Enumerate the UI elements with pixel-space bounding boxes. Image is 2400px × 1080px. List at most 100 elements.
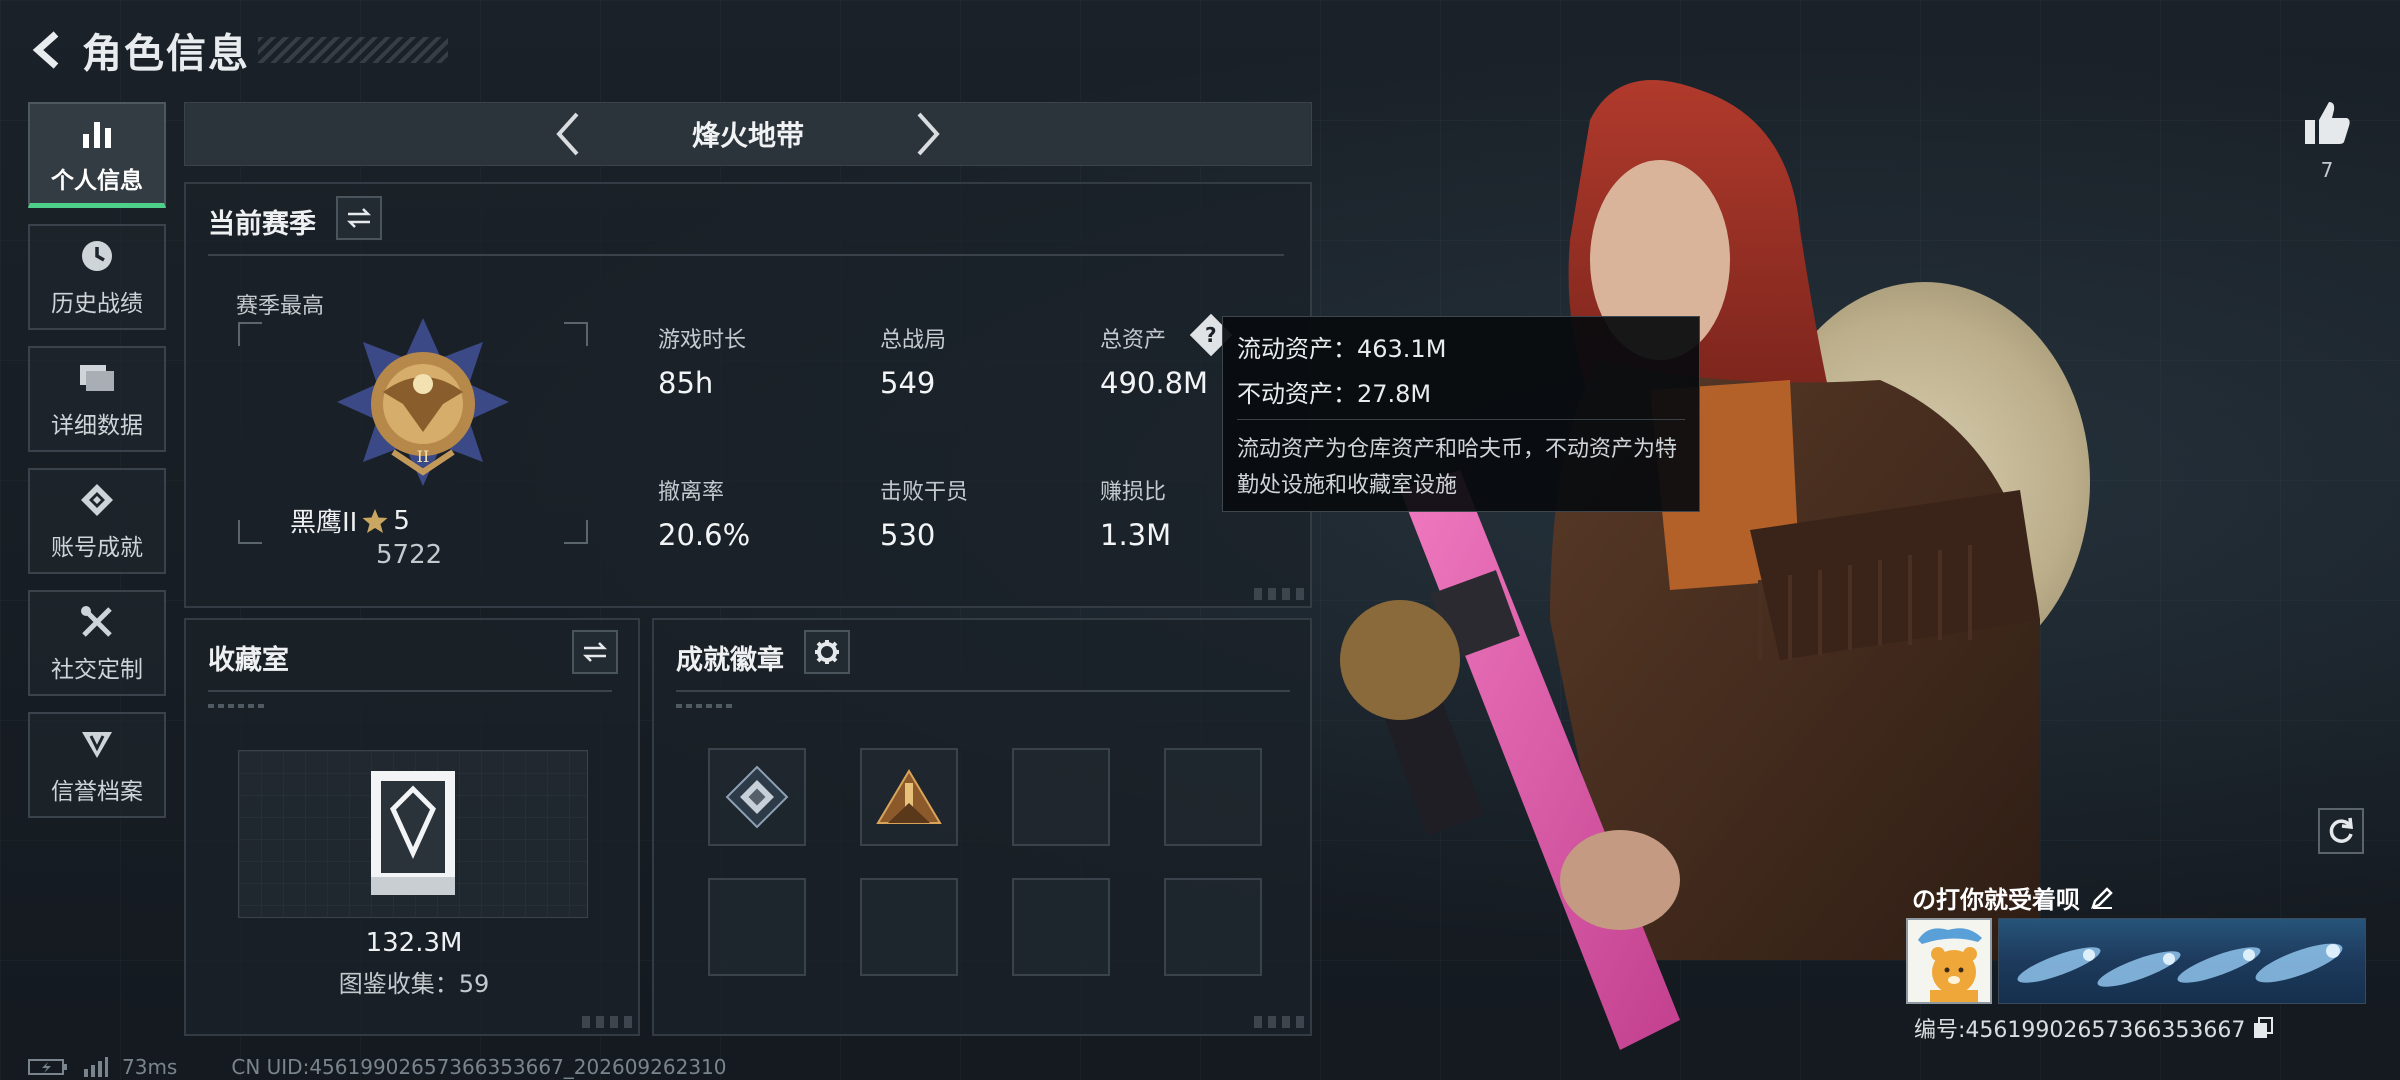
avatar[interactable]	[1906, 918, 1992, 1004]
gear-icon	[815, 640, 839, 664]
sidebar-item-detail-data[interactable]: 详细数据	[28, 346, 166, 452]
stat-label: 总战局	[880, 328, 947, 353]
sidebar-item-reputation[interactable]: 信誉档案	[28, 712, 166, 818]
copy-icon[interactable]	[2253, 1017, 2274, 1039]
signal-icon	[84, 1057, 108, 1077]
sidebar-item-personal-info[interactable]: 个人信息	[28, 102, 166, 208]
sidebar-item-label: 个人信息	[51, 167, 143, 194]
collection-divider	[208, 690, 612, 692]
status-bar: 73ms CN UID:4561990265736635366​7_202609…	[28, 1054, 727, 1080]
mode-name: 烽火地带	[691, 119, 804, 152]
player-banner[interactable]	[1998, 918, 2366, 1004]
rotate-model-button[interactable]	[2318, 808, 2364, 854]
svg-text:II: II	[417, 447, 430, 466]
stat-label: 赚损比	[1100, 480, 1167, 505]
star-icon	[362, 508, 388, 533]
collection-panel: 收藏室 132.3M 图鉴收集：59	[184, 618, 640, 1036]
rank-name: 黑鹰II 5	[290, 502, 410, 539]
player-name: の打你就受着呗	[1912, 886, 2080, 914]
history-icon	[77, 236, 117, 276]
collection-switch-button[interactable]	[572, 630, 618, 674]
chevron-right-icon	[917, 112, 940, 156]
panel-corner-decoration	[582, 1016, 632, 1028]
chevron-left-icon	[556, 112, 579, 156]
thumbs-up-icon	[2305, 102, 2350, 144]
panel-corner-decoration	[1254, 588, 1304, 600]
collection-title: 收藏室	[208, 645, 289, 676]
sidebar-item-label: 社交定制	[51, 657, 143, 683]
badges-settings-button[interactable]	[804, 630, 850, 674]
rank-score: 5722	[376, 540, 443, 570]
badge-slot-empty[interactable]	[1012, 878, 1110, 976]
stat-extract-rate: 撤离率 20.6%	[658, 474, 750, 552]
badge-slot-empty[interactable]	[1012, 748, 1110, 846]
season-switch-button[interactable]	[336, 196, 382, 240]
battery-icon	[28, 1059, 67, 1075]
player-id-row: 编号:4561990265736635366​7	[1914, 1012, 2274, 1044]
collection-room-icon	[371, 771, 455, 895]
stat-value: 1.3M	[1100, 518, 1172, 552]
mode-prev-button[interactable]	[538, 104, 598, 164]
collection-count: 图鉴收集：59	[338, 970, 490, 998]
mode-next-button[interactable]	[898, 104, 958, 164]
banner-art-icon	[2017, 943, 2343, 987]
sidebar: 个人信息 历史战绩 详细数据 账号成就 社交定制 信誉档案	[28, 102, 166, 834]
like-count: 7	[2320, 158, 2334, 182]
badge-slot-empty[interactable]	[860, 878, 958, 976]
sidebar-item-label: 历史战绩	[51, 291, 143, 317]
sidebar-item-label: 信誉档案	[51, 779, 143, 805]
tooltip-fixed-assets: 不动资产：27.8M	[1237, 380, 1432, 408]
stat-total-matches: 总战局 549	[880, 322, 946, 400]
panel-corner-decoration	[1254, 1016, 1304, 1028]
sidebar-item-achievements[interactable]: 账号成就	[28, 468, 166, 574]
stat-label: 游戏时长	[658, 328, 747, 353]
refresh-icon	[2329, 817, 2353, 843]
uid-text: CN UID:4561990265736635366​7_20260926231…	[231, 1055, 727, 1079]
stat-value: 530	[880, 518, 936, 552]
stat-value: 20.6%	[658, 518, 751, 552]
title-decoration	[258, 37, 448, 63]
assets-tooltip: 流动资产：463.1M 不动资产：27.8M 流动资产为仓库资产和哈夫币，不动资…	[1222, 316, 1700, 512]
season-divider	[208, 254, 1284, 256]
edit-pencil-icon[interactable]	[2090, 886, 2114, 910]
like-button[interactable]	[2300, 96, 2354, 150]
achievement-icon	[77, 480, 117, 520]
ping-value: 73ms	[122, 1055, 178, 1079]
sidebar-item-label: 账号成就	[51, 535, 143, 561]
rank-title: 黑鹰II	[290, 508, 358, 538]
stat-value: 490.8M	[1100, 366, 1209, 400]
tooltip-liquid-assets: 流动资产：463.1M	[1237, 335, 1447, 363]
player-name-row: の打你就受着呗	[1912, 880, 2114, 915]
badge-slot-empty[interactable]	[708, 878, 806, 976]
stat-profit-ratio: 赚损比 1.3M	[1100, 474, 1171, 552]
collection-value: 132.3M	[365, 928, 463, 958]
swap-icon	[346, 208, 372, 228]
swap-icon	[582, 642, 608, 662]
header: 角色信息	[28, 22, 448, 78]
sidebar-item-social[interactable]: 社交定制	[28, 590, 166, 696]
badges-panel: 成就徽章	[652, 618, 1312, 1036]
avatar-bear-icon	[1908, 920, 1990, 1002]
sidebar-item-history[interactable]: 历史战绩	[28, 224, 166, 330]
rank-medal-icon: II	[337, 318, 509, 486]
stat-kills: 击败干员 530	[880, 474, 968, 552]
mode-switcher: 烽火地带	[184, 102, 1312, 166]
badge-slot-empty[interactable]	[1164, 748, 1262, 846]
back-arrow-icon	[32, 31, 59, 69]
tooltip-divider	[1237, 419, 1685, 420]
back-button[interactable]	[28, 28, 72, 72]
badges-divider	[676, 690, 1290, 692]
help-icon: ?	[1205, 322, 1217, 347]
bar-chart-icon	[77, 113, 117, 153]
badge-slot[interactable]	[860, 748, 958, 846]
tooltip-description: 流动资产为仓库资产和哈夫币，不动资产为特勤处设施和收藏室设施	[1237, 437, 1678, 498]
badge-slot-empty[interactable]	[1164, 878, 1262, 976]
stat-label: 撤离率	[658, 480, 725, 505]
badges-title: 成就徽章	[676, 645, 784, 676]
badge-slot[interactable]	[708, 748, 806, 846]
player-id: 编号:4561990265736635366​7	[1914, 1018, 2246, 1043]
folders-icon	[77, 358, 117, 398]
collection-room-preview[interactable]	[238, 750, 588, 918]
sidebar-item-label: 详细数据	[51, 413, 143, 439]
dash-decoration	[676, 704, 734, 708]
